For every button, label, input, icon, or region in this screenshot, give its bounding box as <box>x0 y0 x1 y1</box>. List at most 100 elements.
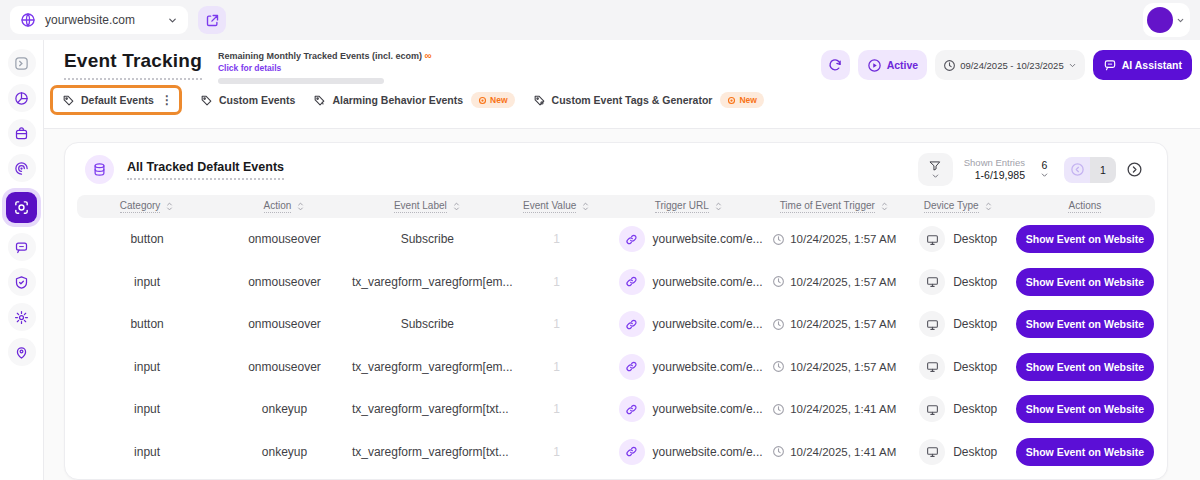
website-selector[interactable]: yourwebsite.com <box>10 6 188 34</box>
cell-category: input <box>77 402 217 416</box>
tab-default-events[interactable]: Default Events <box>62 94 154 107</box>
table-row: input onkeyup tx_varegform_varegform[txt… <box>77 388 1155 431</box>
filter-button[interactable] <box>918 153 953 186</box>
usage-details-link[interactable]: Click for details <box>218 63 432 73</box>
column-header-time[interactable]: Time of Event Trigger <box>767 200 902 213</box>
link-icon <box>619 269 645 295</box>
link-icon <box>619 226 645 252</box>
column-header-device-type[interactable]: Device Type <box>902 200 1015 213</box>
user-menu[interactable] <box>1143 3 1190 37</box>
cell-category: button <box>77 317 217 331</box>
cell-device: Desktop <box>902 226 1015 252</box>
column-header-action[interactable]: Action <box>217 200 352 213</box>
cell-trigger-url[interactable]: yourwebsite.com/e... <box>611 311 767 337</box>
dot-circle-icon <box>478 96 487 105</box>
infinity-icon: ∞ <box>425 50 432 61</box>
chevron-down-icon <box>167 15 178 26</box>
show-event-button[interactable]: Show Event on Website <box>1016 353 1154 381</box>
cell-event-value: 1 <box>503 275 611 289</box>
tab-alarming-behavior-events[interactable]: Alarming Behavior Events New <box>313 92 514 108</box>
open-website-button[interactable] <box>198 6 226 34</box>
page-size-select[interactable]: 6 <box>1036 160 1053 180</box>
status-button[interactable]: Active <box>858 50 928 80</box>
table-header-row: Category Action Event Label Event Value … <box>77 195 1155 218</box>
location-pin-icon <box>14 345 29 360</box>
sort-icon <box>296 201 305 212</box>
sidebar-item-chat[interactable] <box>8 233 36 261</box>
chat-icon <box>1103 58 1117 72</box>
table-row: button onmouseover Subscribe 1 yourwebsi… <box>77 303 1155 346</box>
cell-event-label: Subscribe <box>352 317 503 331</box>
clock-icon <box>772 360 785 373</box>
monitor-icon <box>919 439 945 465</box>
show-event-button[interactable]: Show Event on Website <box>1016 225 1154 253</box>
cell-time: 10/24/2025, 1:57 AM <box>767 318 902 331</box>
sort-icon <box>880 201 889 212</box>
sidebar-item-pie-chart[interactable] <box>8 84 36 112</box>
arrow-right-circle-icon <box>1126 161 1143 178</box>
column-header-category[interactable]: Category <box>77 200 217 213</box>
link-icon <box>619 311 645 337</box>
clock-icon <box>772 318 785 331</box>
tab-options-icon[interactable]: ⋮ <box>161 93 173 107</box>
table-title: All Tracked Default Events <box>127 160 284 180</box>
cell-event-label: tx_varegform_varegform[em... <box>352 275 503 289</box>
page-number[interactable]: 1 <box>1090 157 1116 183</box>
cell-action: onmouseover <box>217 275 352 289</box>
sort-icon <box>714 201 723 212</box>
cell-trigger-url[interactable]: yourwebsite.com/e... <box>611 439 767 465</box>
sidebar <box>0 40 44 480</box>
show-event-button[interactable]: Show Event on Website <box>1016 268 1154 296</box>
sort-icon <box>165 201 174 212</box>
ai-assistant-label: AI Assistant <box>1122 59 1182 71</box>
show-event-button[interactable]: Show Event on Website <box>1016 310 1154 338</box>
sidebar-item-spiral[interactable] <box>8 154 36 182</box>
cell-device: Desktop <box>902 396 1015 422</box>
sidebar-item-settings[interactable] <box>8 303 36 331</box>
cell-trigger-url[interactable]: yourwebsite.com/e... <box>611 354 767 380</box>
status-label: Active <box>887 59 919 71</box>
column-header-trigger-url[interactable]: Trigger URL <box>611 200 767 213</box>
sidebar-item-shield[interactable] <box>8 268 36 296</box>
show-event-button[interactable]: Show Event on Website <box>1016 438 1154 466</box>
cell-category: input <box>77 445 217 459</box>
tag-alert-icon <box>313 94 326 107</box>
sidebar-item-panel-toggle[interactable] <box>8 49 36 77</box>
cell-action: onkeyup <box>217 402 352 416</box>
date-range-picker[interactable]: 09/24/2025 - 10/23/2025 <box>935 50 1085 80</box>
prev-page-button[interactable] <box>1064 157 1090 183</box>
chevron-down-icon <box>1176 16 1185 25</box>
briefcase-icon <box>14 126 29 141</box>
tag-icon <box>62 94 75 107</box>
tab-custom-events[interactable]: Custom Events <box>200 94 295 107</box>
sidebar-item-location[interactable] <box>8 338 36 366</box>
refresh-button[interactable] <box>821 50 850 80</box>
website-name: yourwebsite.com <box>45 13 158 27</box>
monitor-icon <box>919 354 945 380</box>
chevron-down-icon <box>1040 172 1049 179</box>
cell-trigger-url[interactable]: yourwebsite.com/e... <box>611 269 767 295</box>
topbar: yourwebsite.com <box>0 0 1200 40</box>
cell-action: onmouseover <box>217 360 352 374</box>
link-icon <box>619 439 645 465</box>
sort-icon <box>452 201 461 212</box>
cell-trigger-url[interactable]: yourwebsite.com/e... <box>611 226 767 252</box>
ai-assistant-button[interactable]: AI Assistant <box>1093 50 1192 80</box>
sidebar-item-event-tracking[interactable] <box>6 192 37 223</box>
cell-time: 10/24/2025, 1:41 AM <box>767 403 902 416</box>
clock-icon <box>772 403 785 416</box>
tab-custom-event-tags-generator[interactable]: Custom Event Tags & Generator New <box>533 92 764 108</box>
sidebar-item-briefcase[interactable] <box>8 119 36 147</box>
cell-event-label: tx_varegform_varegform[txt... <box>352 445 503 459</box>
next-page-button[interactable] <box>1121 157 1147 183</box>
show-event-button[interactable]: Show Event on Website <box>1016 395 1154 423</box>
cell-device: Desktop <box>902 439 1015 465</box>
column-header-event-label[interactable]: Event Label <box>352 200 503 213</box>
link-icon <box>619 396 645 422</box>
funnel-icon <box>928 159 942 173</box>
cell-category: button <box>77 232 217 246</box>
cell-trigger-url[interactable]: yourwebsite.com/e... <box>611 396 767 422</box>
column-header-event-value[interactable]: Event Value <box>503 200 611 213</box>
usage-summary[interactable]: Remaining Monthly Tracked Events (incl. … <box>218 50 432 84</box>
cell-event-label: Subscribe <box>352 232 503 246</box>
